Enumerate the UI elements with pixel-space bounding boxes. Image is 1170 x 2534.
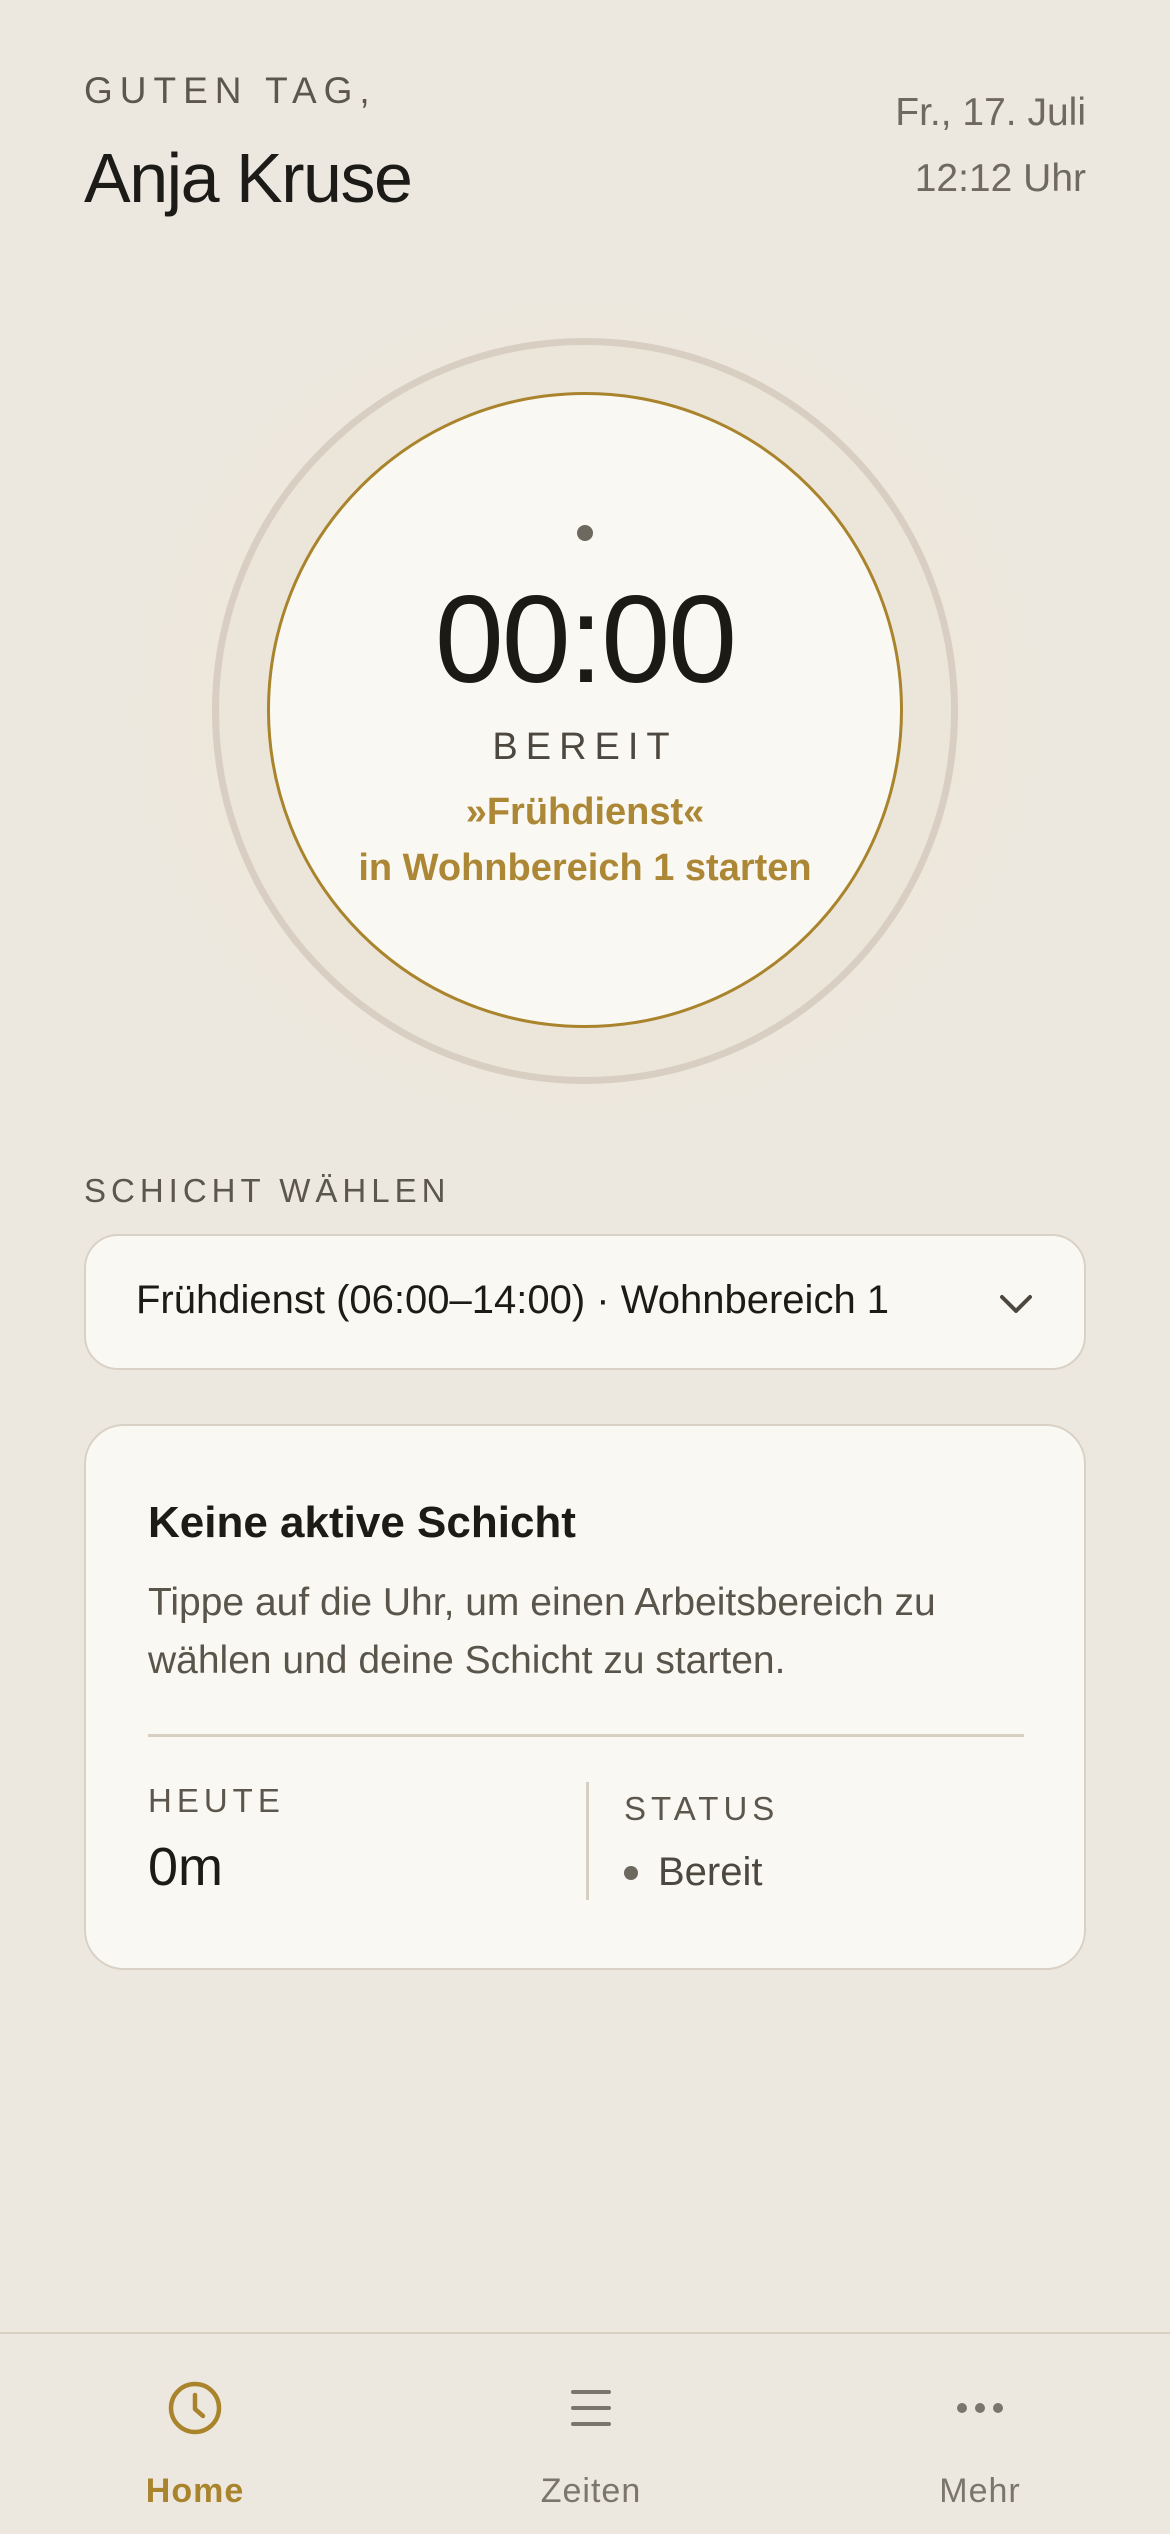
status-value: Bereit bbox=[658, 1850, 763, 1894]
more-icon bbox=[957, 2403, 1003, 2413]
current-time: 12:12 Uhr bbox=[914, 157, 1086, 200]
nav-item-home[interactable]: Home bbox=[75, 2334, 315, 2534]
shift-info-card: Keine aktive Schicht Tippe auf die Uhr, … bbox=[84, 1424, 1086, 1970]
nav-label-mehr: Mehr bbox=[939, 2472, 1021, 2510]
today-value: 0m bbox=[148, 1837, 224, 1897]
nav-label-zeiten: Zeiten bbox=[540, 2472, 642, 2510]
clock-start-hint[interactable]: »Frühdienst« in Wohnbereich 1 starten bbox=[267, 784, 903, 896]
list-icon bbox=[571, 2390, 611, 2426]
card-description-line: Tippe auf die Uhr, um einen Arbeitsberei… bbox=[148, 1581, 936, 1624]
date-time: Fr., 17. Juli 12:12 Uhr bbox=[895, 80, 1086, 212]
shift-select[interactable]: Frühdienst (06:00–14:00) · Wohnbereich 1 bbox=[84, 1234, 1086, 1370]
today-label: HEUTE bbox=[148, 1782, 285, 1819]
shift-select-value: Frühdienst (06:00–14:00) · Wohnbereich 1 bbox=[136, 1278, 890, 1322]
clock-icon bbox=[168, 2381, 222, 2435]
greeting: GUTEN TAG, bbox=[84, 70, 377, 111]
chevron-down-icon bbox=[1000, 1295, 1032, 1313]
clock-status: BEREIT bbox=[492, 726, 678, 768]
shift-select-label: SCHICHT WÄHLEN bbox=[84, 1172, 451, 1209]
card-description: Tippe auf die Uhr, um einen Arbeitsberei… bbox=[148, 1574, 1028, 1690]
bottom-nav: Home Zeiten Mehr bbox=[0, 2332, 1170, 2534]
clock-face[interactable] bbox=[267, 392, 903, 1028]
card-divider bbox=[148, 1734, 1024, 1737]
elapsed-time: 00:00 bbox=[434, 571, 737, 709]
status-dot-icon bbox=[624, 1866, 638, 1880]
nav-item-mehr[interactable]: Mehr bbox=[860, 2334, 1100, 2534]
clock-hint-area: in Wohnbereich 1 starten bbox=[358, 847, 812, 889]
status-label: STATUS bbox=[624, 1790, 780, 1827]
nav-label-home: Home bbox=[145, 2472, 245, 2510]
clock-indicator-dot bbox=[577, 525, 593, 541]
current-date: Fr., 17. Juli bbox=[895, 91, 1086, 134]
nav-item-zeiten[interactable]: Zeiten bbox=[471, 2334, 711, 2534]
user-name: Anja Kruse bbox=[84, 139, 413, 217]
card-description-line: wählen und deine Schicht zu starten. bbox=[148, 1639, 786, 1682]
stats-divider bbox=[586, 1782, 589, 1900]
card-title: Keine aktive Schicht bbox=[148, 1498, 576, 1547]
clock-hint-shift: »Frühdienst« bbox=[465, 791, 705, 833]
